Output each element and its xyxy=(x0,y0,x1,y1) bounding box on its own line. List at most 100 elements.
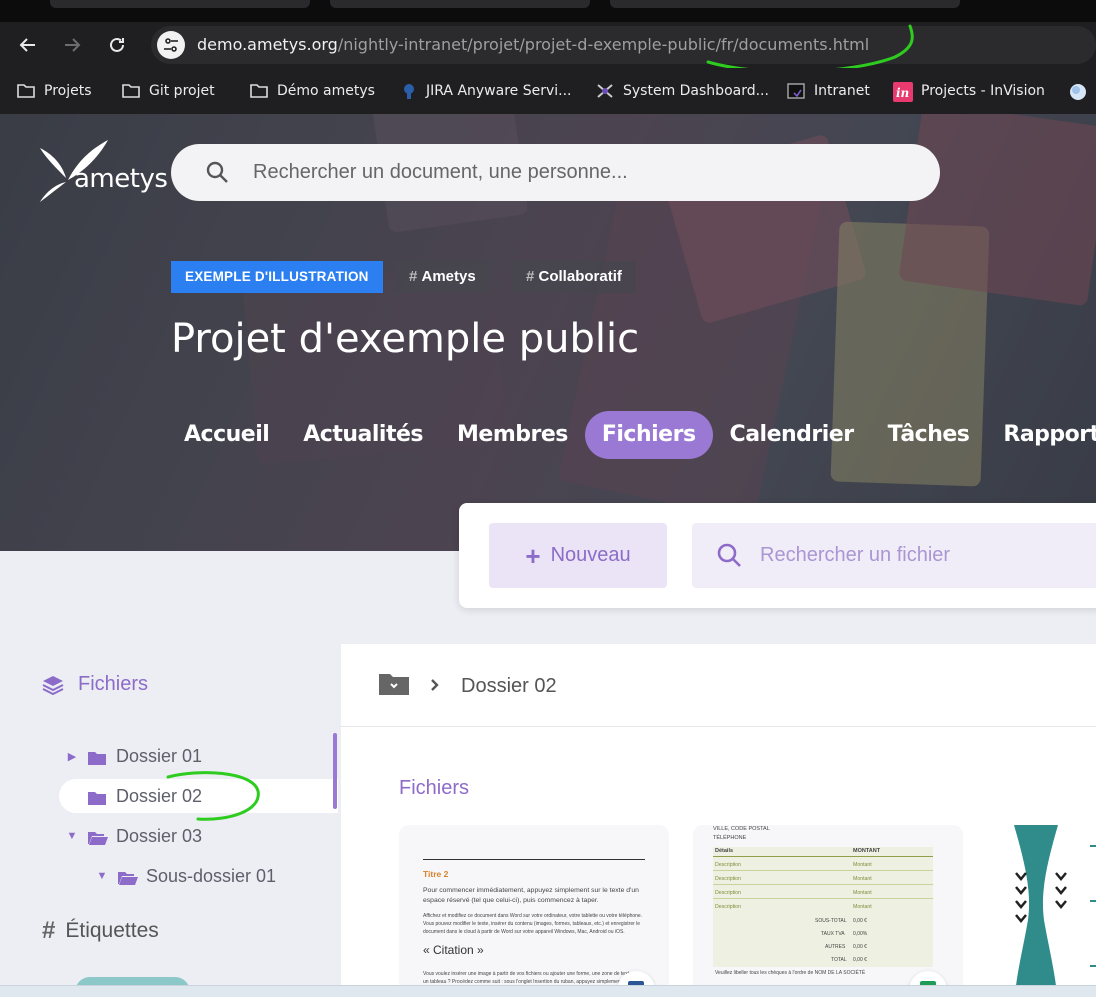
chevron-right-icon xyxy=(429,676,441,697)
file-search-input[interactable] xyxy=(760,539,1090,571)
file-card-invoice[interactable]: VILLE, CODE POSTAL TÉLÉPHONE Détails MON… xyxy=(693,825,963,997)
folder-icon xyxy=(121,82,141,100)
forward-button[interactable] xyxy=(59,32,85,58)
tree-item-sous-dossier-01[interactable]: ▼ Sous-dossier 01 xyxy=(96,859,277,893)
invoice-others-label: AUTRES xyxy=(825,944,846,950)
browser-tab[interactable] xyxy=(610,0,960,8)
browser-tab-strip xyxy=(0,0,1096,22)
caret-right-icon[interactable]: ▶ xyxy=(66,750,78,763)
new-button[interactable]: + Nouveau xyxy=(489,523,667,588)
files-main-panel: Dossier 02 Fichiers Titre 2 Pour commenc… xyxy=(341,644,1096,997)
nav-actualites[interactable]: Actualités xyxy=(286,411,440,459)
file-card-decorative[interactable] xyxy=(986,825,1096,997)
address-bar[interactable]: demo.ametys.org/nightly-intranet/projet/… xyxy=(151,26,1096,64)
invoice-tax-label: TAUX TVA xyxy=(821,931,845,937)
folder-open-icon xyxy=(118,869,138,885)
bookmarks-bar: Projets Git projet Démo ametys JIRA Anyw… xyxy=(0,68,1096,114)
doc-text: TÉLÉPHONE xyxy=(713,835,747,841)
files-toolbar: + Nouveau xyxy=(459,503,1096,608)
bookmark-label: Démo ametys xyxy=(277,83,375,99)
file-card-word[interactable]: Titre 2 Pour commencer immédiatement, ap… xyxy=(399,825,669,997)
tag-collaboratif[interactable]: # Collaboratif xyxy=(512,261,636,293)
invoice-row-desc: Description xyxy=(715,890,741,896)
bookmark-projets[interactable]: Projets xyxy=(16,80,92,102)
invoice-footer: Veuillez libeller tous les chèques à l'o… xyxy=(715,970,866,976)
tree-item-dossier-01[interactable]: ▶ Dossier 01 xyxy=(66,739,202,773)
nav-accueil[interactable]: Accueil xyxy=(167,411,286,459)
tag-category[interactable]: EXEMPLE D'ILLUSTRATION xyxy=(171,261,383,293)
invoice-col-header: MONTANT xyxy=(853,848,881,854)
arrow-right-icon xyxy=(65,38,81,52)
search-icon xyxy=(206,161,228,183)
folder-icon xyxy=(16,82,36,100)
invoice-total-value: 0,00 € xyxy=(853,957,867,963)
reload-icon xyxy=(110,37,124,52)
hash-icon: # xyxy=(42,917,56,944)
tree-item-label: Sous-dossier 01 xyxy=(146,865,277,886)
global-search-box[interactable] xyxy=(171,144,940,201)
invoice-subtotal-label: SOUS-TOTAL xyxy=(815,918,847,924)
invoice-col-header: Détails xyxy=(715,848,734,854)
doc-heading: Titre 2 xyxy=(423,869,449,879)
url-host: demo.ametys.org xyxy=(197,35,338,54)
bookmark-git-projet[interactable]: Git projet xyxy=(121,80,215,102)
bookmark-label: Intranet xyxy=(814,83,870,99)
bookmark-invision[interactable]: in Projects - InVision xyxy=(893,80,1045,102)
invoice-rule xyxy=(713,898,933,899)
folder-open-icon xyxy=(88,829,108,845)
sidebar-files-heading[interactable]: Fichiers xyxy=(42,673,148,696)
invoice-row-desc: Description xyxy=(715,876,741,882)
site-info-button[interactable] xyxy=(157,31,185,59)
ametys-logo[interactable]: ametys xyxy=(38,140,168,204)
invoice-row-amount: Montant xyxy=(853,862,872,868)
hash-icon: # xyxy=(526,268,535,285)
back-button[interactable] xyxy=(15,32,41,58)
browser-tab[interactable] xyxy=(330,0,590,8)
nav-calendrier[interactable]: Calendrier xyxy=(713,411,871,459)
files-section-title: Fichiers xyxy=(399,777,470,799)
nav-membres[interactable]: Membres xyxy=(440,411,585,459)
bookmark-overflow[interactable] xyxy=(1068,80,1088,102)
invoice-rule xyxy=(713,870,933,871)
folder-icon xyxy=(249,82,269,100)
annotation-circle xyxy=(166,771,260,821)
invoice-others-value: 0,00 € xyxy=(853,944,867,950)
invoice-tax-value: 0,00% xyxy=(853,931,868,937)
browser-tab[interactable] xyxy=(50,0,310,8)
breadcrumb: Dossier 02 xyxy=(379,672,557,700)
svg-text:in: in xyxy=(896,86,909,100)
sidebar-labels-heading[interactable]: # Étiquettes xyxy=(42,917,159,945)
hash-icon: # xyxy=(409,268,418,285)
invoice-row-amount: Montant xyxy=(853,904,872,910)
sidebar-scrollbar[interactable] xyxy=(333,733,337,809)
bookmark-demo-ametys[interactable]: Démo ametys xyxy=(249,80,375,102)
caret-down-icon[interactable]: ▼ xyxy=(96,870,108,882)
tree-item-label: Dossier 01 xyxy=(116,745,203,766)
labels-heading-label: Étiquettes xyxy=(65,919,159,942)
invoice-rule xyxy=(713,884,933,885)
invoice-row-amount: Montant xyxy=(853,876,872,882)
bookmark-intranet[interactable]: Intranet xyxy=(786,80,870,102)
caret-down-icon[interactable]: ▼ xyxy=(66,830,78,842)
folder-root-icon[interactable] xyxy=(379,671,409,701)
os-taskbar xyxy=(0,985,1096,997)
bookmark-system-dashboard[interactable]: System Dashboard... xyxy=(595,80,769,102)
global-search-input[interactable] xyxy=(253,156,893,188)
breadcrumb-current: Dossier 02 xyxy=(461,674,557,697)
folder-icon xyxy=(88,749,106,765)
nav-fichiers[interactable]: Fichiers xyxy=(584,411,713,459)
tag-label: Ametys xyxy=(421,268,476,285)
bookmark-label: Projects - InVision xyxy=(921,83,1045,99)
file-search-box[interactable] xyxy=(692,523,1096,588)
invoice-row-desc: Description xyxy=(715,862,741,868)
nav-rapports[interactable]: Rapports xyxy=(986,411,1096,459)
reload-button[interactable] xyxy=(104,32,130,58)
nav-taches[interactable]: Tâches xyxy=(871,411,987,459)
tag-ametys[interactable]: # Ametys xyxy=(395,261,490,293)
invision-icon: in xyxy=(893,82,913,102)
layers-icon xyxy=(42,675,64,695)
tree-item-label: Dossier 03 xyxy=(116,825,203,846)
jira-icon xyxy=(400,82,418,100)
tune-icon xyxy=(164,38,178,52)
bookmark-jira[interactable]: JIRA Anyware Servi... xyxy=(400,80,572,102)
